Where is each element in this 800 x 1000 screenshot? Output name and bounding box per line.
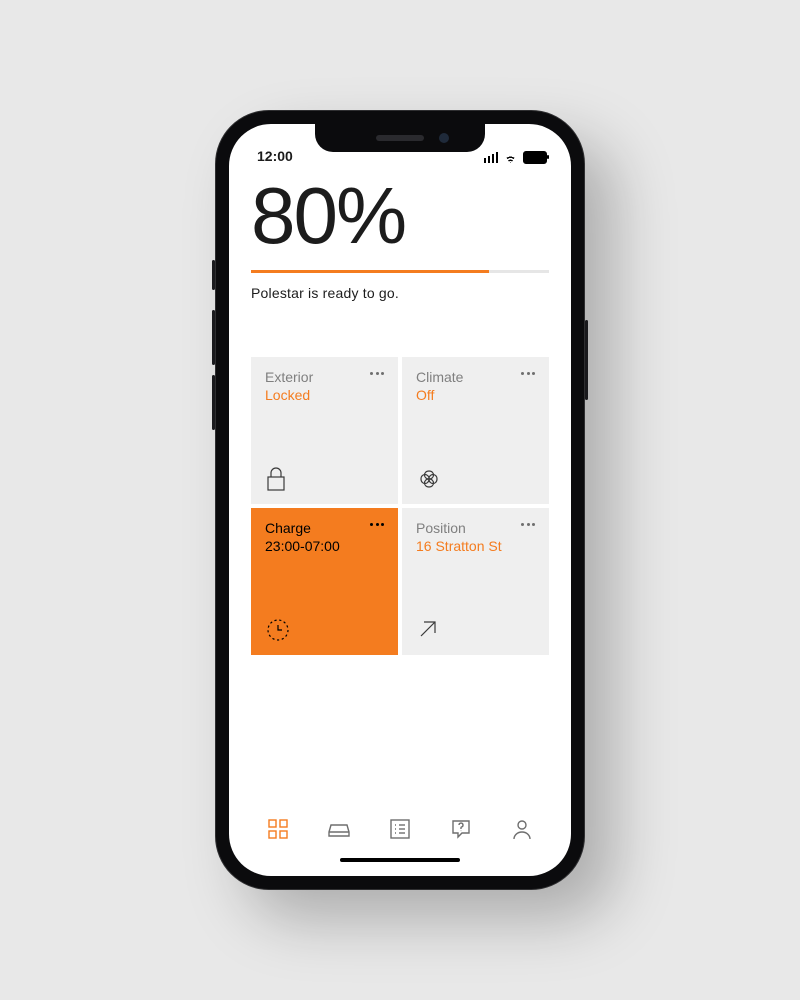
wifi-icon xyxy=(503,152,518,163)
home-indicator[interactable] xyxy=(229,858,571,876)
side-button-vol-down xyxy=(212,375,215,430)
tile-value: Locked xyxy=(265,387,313,403)
tile-title: Charge xyxy=(265,520,340,536)
bottom-nav xyxy=(229,798,571,858)
tile-value: 16 Stratton St xyxy=(416,538,502,554)
arrow-icon xyxy=(416,617,535,643)
help-icon xyxy=(450,818,472,840)
charge-progress-fill xyxy=(251,270,489,273)
profile-icon xyxy=(511,818,533,840)
main-content: 80% Polestar is ready to go. Exterior Lo… xyxy=(229,164,571,798)
notch xyxy=(315,124,485,152)
lock-icon xyxy=(265,466,384,492)
tile-climate[interactable]: Climate Off xyxy=(402,357,549,504)
tile-value: Off xyxy=(416,387,463,403)
tile-exterior[interactable]: Exterior Locked xyxy=(251,357,398,504)
nav-profile[interactable] xyxy=(509,816,535,842)
nav-dashboard[interactable] xyxy=(265,816,291,842)
nav-vehicle[interactable] xyxy=(326,816,352,842)
fan-icon xyxy=(416,466,535,492)
list-icon xyxy=(389,818,411,840)
speaker xyxy=(376,135,424,141)
tile-grid: Exterior Locked xyxy=(251,357,549,655)
status-right-cluster xyxy=(484,151,548,164)
charge-percent: 80% xyxy=(251,176,549,256)
tile-value: 23:00-07:00 xyxy=(265,538,340,554)
side-button-power xyxy=(585,320,588,400)
tile-position[interactable]: Position 16 Stratton St xyxy=(402,508,549,655)
more-icon[interactable] xyxy=(521,369,535,375)
cellular-icon xyxy=(484,152,499,163)
phone-mockup: 12:00 80% Polestar is ready to go. Exter… xyxy=(215,110,585,890)
front-camera xyxy=(439,133,449,143)
side-button-vol-up xyxy=(212,310,215,365)
more-icon[interactable] xyxy=(521,520,535,526)
battery-icon xyxy=(523,151,547,164)
tile-title: Exterior xyxy=(265,369,313,385)
grid-icon xyxy=(267,818,289,840)
screen: 12:00 80% Polestar is ready to go. Exter… xyxy=(229,124,571,876)
status-text: Polestar is ready to go. xyxy=(251,285,549,301)
clock-icon xyxy=(265,617,384,643)
nav-list[interactable] xyxy=(387,816,413,842)
more-icon[interactable] xyxy=(370,369,384,375)
charge-progress-track xyxy=(251,270,549,273)
status-time: 12:00 xyxy=(257,148,293,164)
side-button-silence xyxy=(212,260,215,290)
more-icon[interactable] xyxy=(370,520,384,526)
nav-help[interactable] xyxy=(448,816,474,842)
car-icon xyxy=(326,819,352,839)
tile-title: Climate xyxy=(416,369,463,385)
tile-title: Position xyxy=(416,520,502,536)
tile-charge[interactable]: Charge 23:00-07:00 xyxy=(251,508,398,655)
